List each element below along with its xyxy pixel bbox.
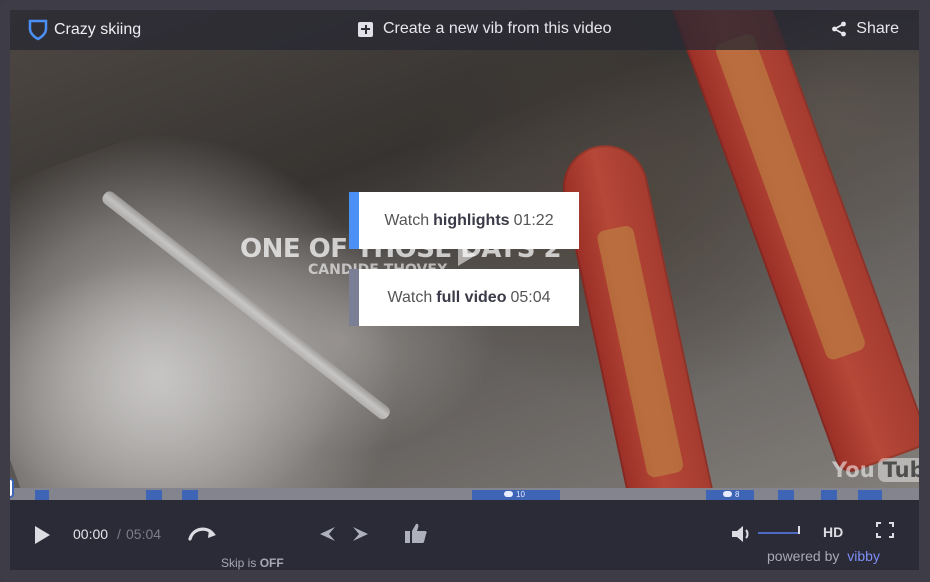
video-player: ONE OF THOSE DAYS 2 CANDIDE THOVEX You T…: [10, 10, 919, 570]
comment-count: 10: [516, 489, 525, 499]
fullscreen-icon[interactable]: [876, 522, 894, 538]
plus-icon: [358, 21, 373, 37]
video-area[interactable]: ONE OF THOSE DAYS 2 CANDIDE THOVEX You T…: [10, 10, 919, 488]
watch-highlights-button[interactable]: Watch highlights 01:22: [349, 192, 579, 249]
watch-full-time: 05:04: [510, 288, 551, 306]
timeline-segment[interactable]: [182, 490, 198, 500]
timeline-segment[interactable]: [778, 490, 794, 500]
timeline-segment[interactable]: [821, 490, 837, 500]
share-button[interactable]: Share: [831, 20, 899, 38]
powered-prefix: powered by: [767, 548, 840, 564]
next-highlight-icon[interactable]: [352, 525, 370, 543]
volume-slider[interactable]: [758, 532, 800, 534]
brand[interactable]: Crazy skiing: [28, 19, 141, 41]
timeline-segment[interactable]: [858, 490, 882, 500]
previous-highlight-icon[interactable]: [318, 525, 336, 543]
share-label: Share: [856, 20, 899, 37]
timeline-segment[interactable]: [146, 490, 162, 500]
skip-forward-icon[interactable]: [187, 522, 219, 544]
player-frame: ONE OF THOSE DAYS 2 CANDIDE THOVEX You T…: [0, 0, 930, 582]
comment-marker[interactable]: 8: [723, 488, 739, 500]
volume-handle[interactable]: [798, 526, 800, 534]
timeline[interactable]: 10 8: [10, 488, 919, 500]
play-icon[interactable]: [35, 526, 50, 544]
time-separator: /: [117, 526, 121, 542]
timeline-segment[interactable]: [35, 490, 49, 500]
control-bar: 00:00 / 05:04 Skip is OFF HD powered by …: [10, 500, 919, 570]
create-vib-button[interactable]: Create a new vib from this video: [358, 20, 612, 38]
skip-toggle[interactable]: Skip is OFF: [221, 556, 284, 570]
vibby-shield-icon: [28, 19, 48, 41]
comment-marker[interactable]: 10: [504, 488, 525, 500]
youtube-logo-tube: Tube: [877, 458, 919, 482]
current-time: 00:00: [73, 526, 109, 542]
watch-full-prefix: Watch: [387, 288, 433, 306]
watch-highlights-time: 01:22: [513, 211, 554, 229]
watch-full-label: full video: [436, 288, 507, 306]
timeline-scrubber[interactable]: [10, 478, 14, 498]
total-time: 05:04: [126, 526, 162, 542]
watch-full-video-button[interactable]: Watch full video 05:04: [349, 269, 579, 326]
volume-icon[interactable]: [730, 524, 754, 544]
powered-by[interactable]: powered by vibby: [767, 548, 880, 564]
youtube-logo[interactable]: You Tube: [832, 456, 919, 484]
video-title: Crazy skiing: [54, 21, 142, 38]
hd-button[interactable]: HD: [823, 524, 843, 540]
top-bar: Crazy skiing Create a new vib from this …: [10, 10, 919, 50]
watch-highlights-prefix: Watch: [384, 211, 430, 229]
create-vib-label: Create a new vib from this video: [383, 20, 612, 37]
share-icon: [832, 21, 847, 37]
skip-prefix: Skip is: [221, 556, 257, 570]
comment-icon: [504, 491, 513, 497]
youtube-logo-you: You: [832, 458, 875, 482]
thumbs-up-icon[interactable]: [404, 522, 428, 544]
skip-state: OFF: [259, 556, 284, 570]
vibby-link[interactable]: vibby: [847, 548, 880, 564]
comment-icon: [723, 491, 732, 497]
comment-count: 8: [735, 489, 740, 499]
watch-highlights-label: highlights: [433, 211, 510, 229]
